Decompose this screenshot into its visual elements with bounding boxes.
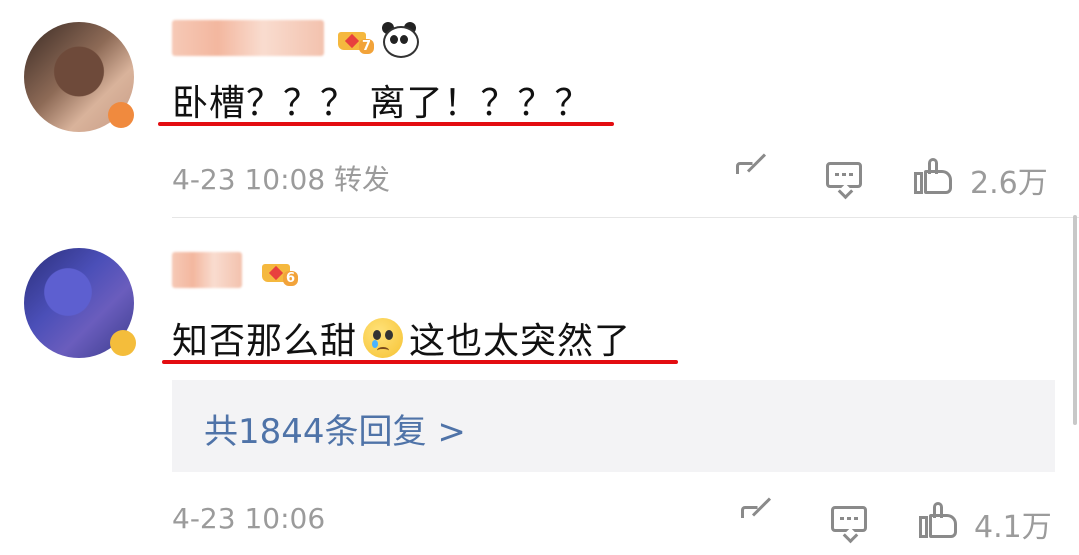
comment-item: 6 知否那么甜 这也太突然了 共1844条回复 > 4-23 10:06 4.1… — [0, 218, 1079, 555]
crying-face-emoji — [363, 318, 404, 358]
comment-icon[interactable] — [829, 500, 869, 544]
comment-meta: 4-23 10:06 — [172, 502, 325, 535]
red-underline — [162, 360, 678, 364]
view-replies-link[interactable]: 共1844条回复 > — [204, 404, 466, 453]
like-count[interactable]: 2.6万 — [970, 158, 1048, 202]
panda-icon[interactable] — [380, 20, 419, 58]
share-icon[interactable] — [739, 497, 779, 540]
username[interactable] — [172, 20, 324, 56]
thumbs-up-icon[interactable] — [912, 156, 956, 196]
comment-item: 7 卧槽？？？ 离了！？？？ 4-23 10:08 转发 2.6万 — [0, 0, 1079, 218]
comment-text-part: 知否那么甜 — [172, 321, 358, 362]
crown-icon[interactable]: 6 — [260, 254, 298, 286]
share-icon[interactable] — [734, 153, 774, 196]
member-level: 6 — [282, 271, 298, 286]
comment-text: 卧槽？？？ 离了！？？？ — [172, 83, 592, 124]
username[interactable] — [172, 252, 242, 288]
like-count[interactable]: 4.1万 — [974, 502, 1052, 546]
timestamp: 4-23 10:06 — [172, 502, 326, 535]
timestamp: 4-23 10:08 — [172, 163, 326, 196]
comment-meta: 4-23 10:08 转发 — [172, 158, 390, 198]
replies-box[interactable]: 共1844条回复 > — [172, 380, 1055, 472]
forward-link[interactable]: 转发 — [334, 163, 390, 196]
red-underline — [158, 122, 614, 126]
avatar-badge — [108, 102, 134, 128]
comment-icon[interactable] — [824, 156, 864, 200]
comment-text-part: 这也太突然了 — [409, 321, 632, 362]
scrollbar[interactable] — [1073, 215, 1077, 425]
member-level: 7 — [358, 39, 374, 54]
crown-icon[interactable]: 7 — [336, 22, 374, 54]
comment-text: 知否那么甜 这也太突然了 — [172, 312, 631, 364]
avatar-badge — [110, 330, 136, 356]
thumbs-up-icon[interactable] — [917, 500, 961, 540]
